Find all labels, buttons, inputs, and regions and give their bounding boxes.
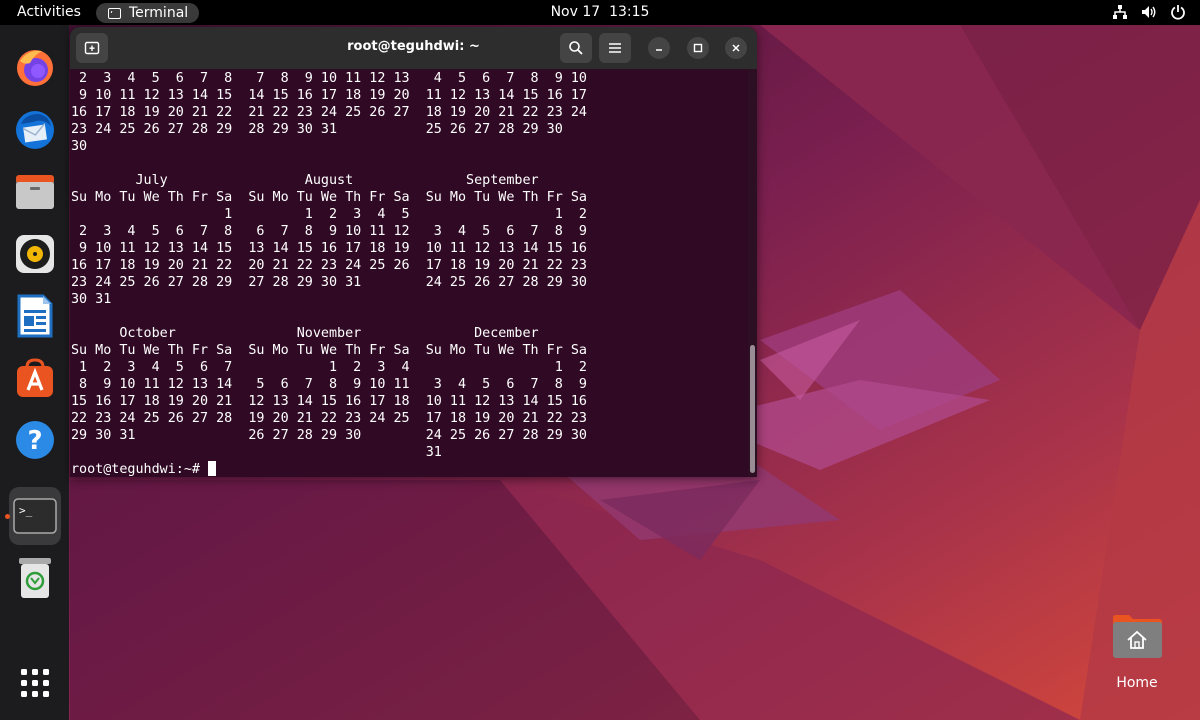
terminal-icon: >_ (13, 498, 57, 534)
dock-item-thunderbird[interactable] (9, 104, 61, 156)
shell-prompt: root@teguhdwi:~# (71, 462, 209, 477)
close-button[interactable] (725, 37, 747, 59)
minimize-button[interactable] (648, 37, 670, 59)
power-icon (1171, 5, 1185, 20)
clock-date: Nov 17 (550, 4, 601, 20)
prompt-line[interactable]: root@teguhdwi:~# (70, 461, 748, 477)
trash-icon (19, 558, 51, 598)
terminal-icon (108, 7, 121, 19)
clock-button[interactable]: Nov 17 13:15 (551, 4, 650, 20)
dock-item-app-center[interactable] (9, 352, 61, 404)
svg-text:>_: >_ (19, 504, 33, 517)
terminal-scrollbar[interactable] (750, 345, 755, 473)
dock-item-help[interactable]: ? (9, 414, 61, 466)
dock-item-terminal[interactable]: >_ (9, 487, 61, 545)
app-menu-terminal[interactable]: Terminal (96, 3, 199, 23)
terminal-window: root@teguhdwi: ~ 2 3 4 5 6 7 8 7 8 9 10 … (70, 27, 757, 477)
search-icon (569, 41, 583, 55)
top-bar: Activities Terminal Nov 17 13:15 (0, 0, 1200, 25)
dock-item-rhythmbox[interactable] (9, 228, 61, 280)
desktop-home-label: Home (1116, 675, 1158, 691)
writer-icon (17, 294, 53, 338)
terminal-body[interactable]: 2 3 4 5 6 7 8 7 8 9 10 11 12 13 4 5 6 7 … (70, 70, 748, 477)
minimize-icon (656, 49, 662, 51)
rhythmbox-icon (16, 235, 54, 273)
svg-text:?: ? (27, 426, 42, 456)
thunderbird-icon (16, 111, 54, 149)
dock-item-files[interactable] (9, 166, 61, 218)
dock-item-writer[interactable] (9, 290, 61, 342)
volume-icon (1142, 6, 1156, 18)
files-icon (16, 175, 54, 209)
app-grid-icon (21, 669, 49, 697)
firefox-icon (17, 50, 53, 86)
running-indicator (5, 514, 10, 519)
activities-button[interactable]: Activities (17, 4, 81, 20)
search-button[interactable] (560, 33, 592, 63)
hamburger-menu-icon (609, 43, 621, 53)
maximize-icon (693, 43, 703, 53)
terminal-headerbar[interactable]: root@teguhdwi: ~ (70, 27, 757, 69)
dock-item-show-apps[interactable] (9, 657, 61, 709)
desktop-home-folder[interactable]: Home (1107, 612, 1167, 691)
dock-item-firefox[interactable] (9, 42, 61, 94)
menu-button[interactable] (599, 33, 631, 63)
text-cursor (208, 461, 217, 476)
app-center-icon (17, 358, 53, 397)
maximize-button[interactable] (687, 37, 709, 59)
app-menu-label: Terminal (129, 5, 189, 21)
clock-time: 13:15 (609, 4, 650, 20)
close-icon (732, 44, 740, 52)
dock-item-trash[interactable] (9, 552, 61, 604)
help-icon: ? (16, 421, 54, 459)
network-icon (1113, 5, 1127, 19)
home-folder-icon (1113, 615, 1162, 658)
system-tray[interactable] (1112, 4, 1186, 20)
dock: ? >_ (0, 25, 69, 720)
terminal-output: 2 3 4 5 6 7 8 7 8 9 10 11 12 13 4 5 6 7 … (71, 71, 587, 460)
